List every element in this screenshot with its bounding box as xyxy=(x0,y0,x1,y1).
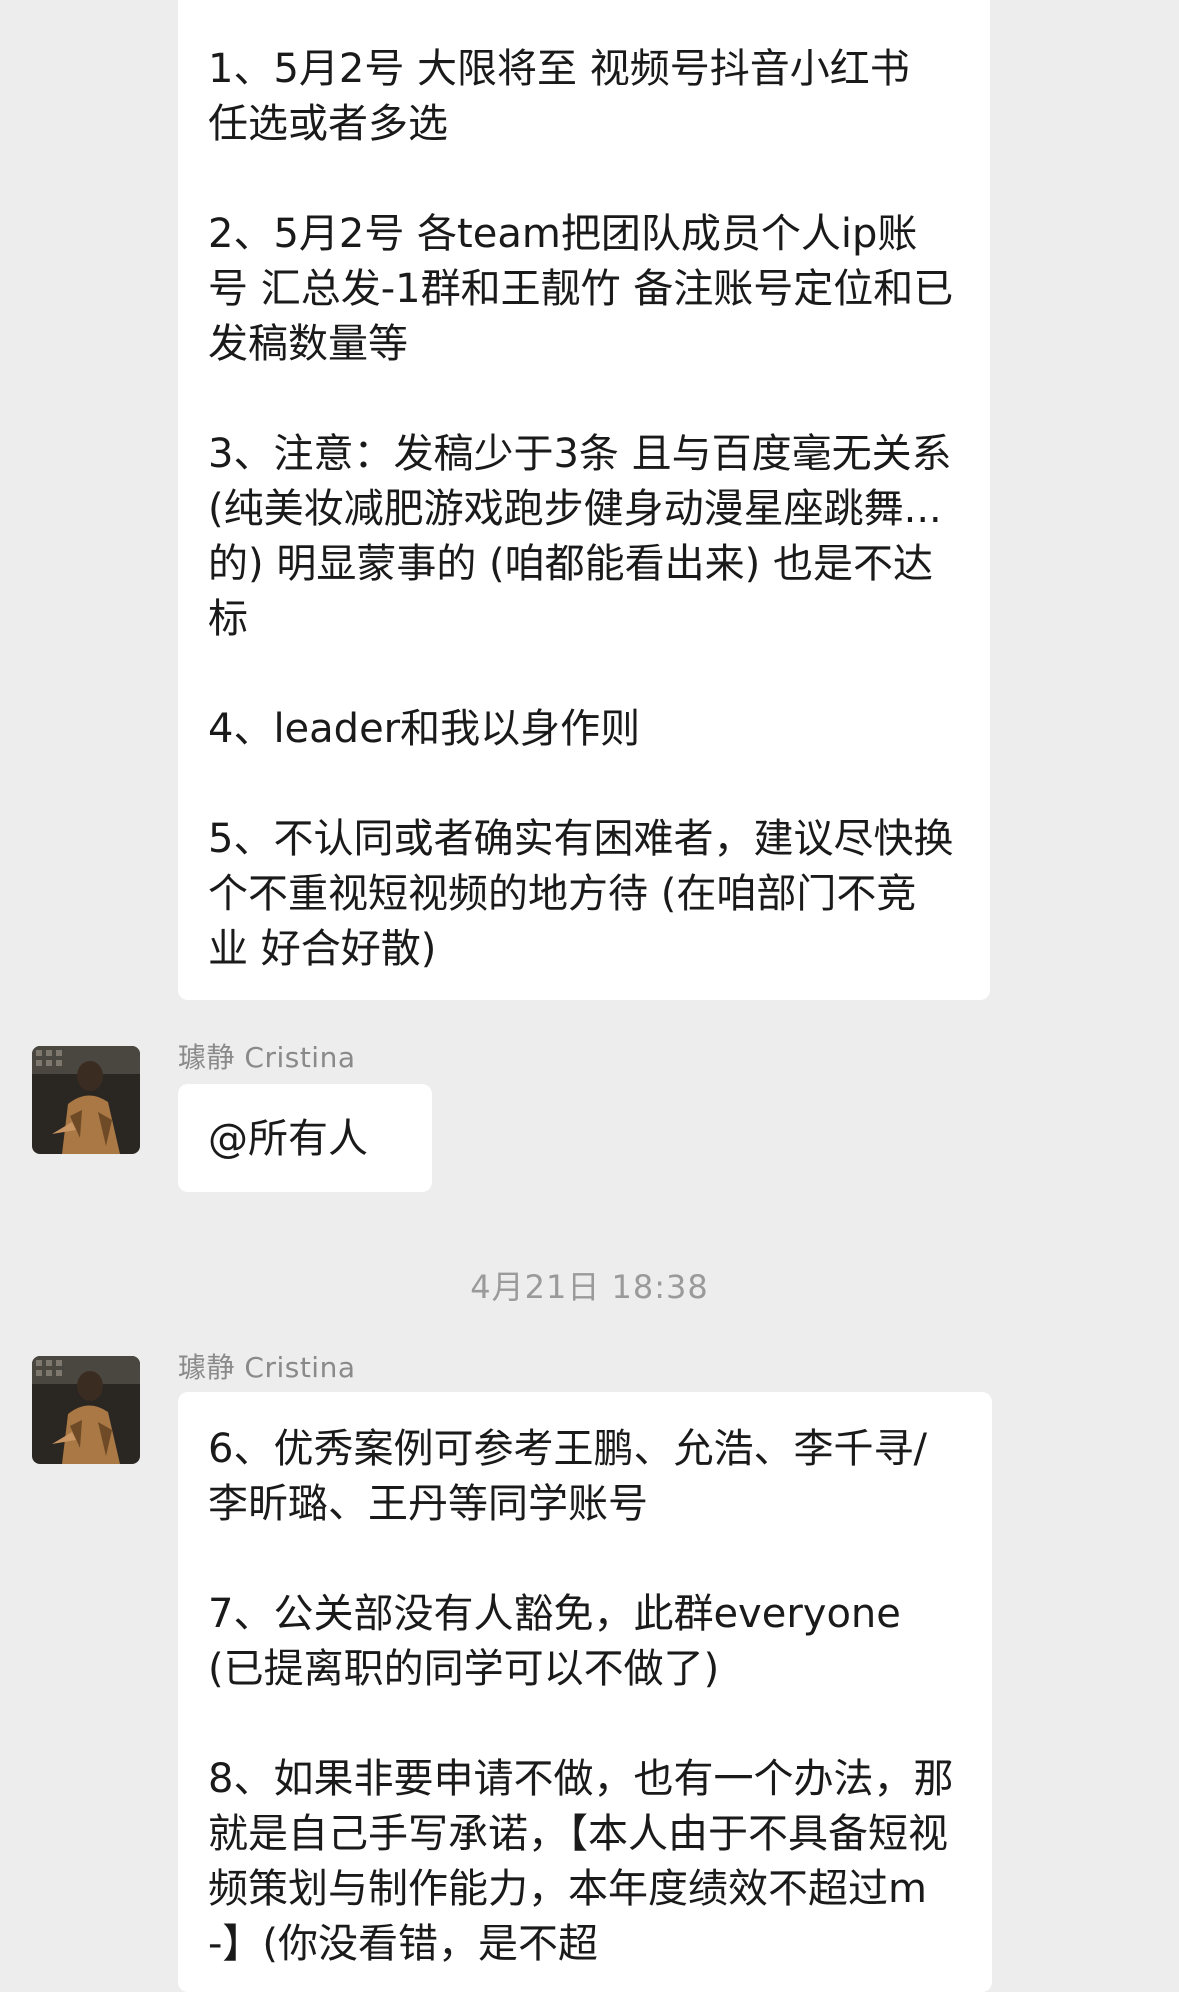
message-paragraph: 6、优秀案例可参考王鹏、允浩、李千寻/李昕璐、王丹等同学账号 xyxy=(208,1426,927,1527)
chat-view: 1、5月2号 大限将至 视频号抖音小红书 任选或者多选 2、5月2号 各team… xyxy=(0,0,1179,1992)
avatar-image xyxy=(32,1356,140,1464)
message-paragraph: 8、如果非要申请不做，也有一个办法，那就是自己手写承诺，【本人由于不具备短视频策… xyxy=(208,1756,954,1967)
sender-name: 璩静 Cristina xyxy=(178,1041,356,1074)
message-paragraph: 2、5月2号 各team把团队成员个人ip账号 汇总发-1群和王靓竹 备注账号定… xyxy=(208,211,954,367)
chat-timestamp: 4月21日 18:38 xyxy=(470,1268,709,1306)
sender-name: 璩静 Cristina xyxy=(178,1351,356,1384)
message-paragraph: 3、注意：发稿少于3条 且与百度毫无关系 (纯美妆减肥游戏跑步健身动漫星座跳舞.… xyxy=(208,431,952,642)
message-paragraph: 5、不认同或者确实有困难者，建议尽快换个不重视短视频的地方待 (在咱部门不竞业 … xyxy=(208,816,954,972)
avatar-image xyxy=(32,1046,140,1154)
message-paragraph: 1、5月2号 大限将至 视频号抖音小红书 任选或者多选 xyxy=(208,46,910,147)
sender-avatar[interactable] xyxy=(32,1046,140,1154)
message-paragraph: 7、公关部没有人豁免，此群everyone (已提离职的同学可以不做了) xyxy=(208,1591,901,1692)
message-bubble[interactable]: 6、优秀案例可参考王鹏、允浩、李千寻/李昕璐、王丹等同学账号 7、公关部没有人豁… xyxy=(178,1392,992,1992)
message-paragraph: 4、leader和我以身作则 xyxy=(208,706,641,752)
message-text: @所有人 xyxy=(208,1116,368,1162)
sender-avatar[interactable] xyxy=(32,1356,140,1464)
message-bubble[interactable]: @所有人 xyxy=(178,1084,432,1192)
message-bubble[interactable]: 1、5月2号 大限将至 视频号抖音小红书 任选或者多选 2、5月2号 各team… xyxy=(178,0,990,1000)
